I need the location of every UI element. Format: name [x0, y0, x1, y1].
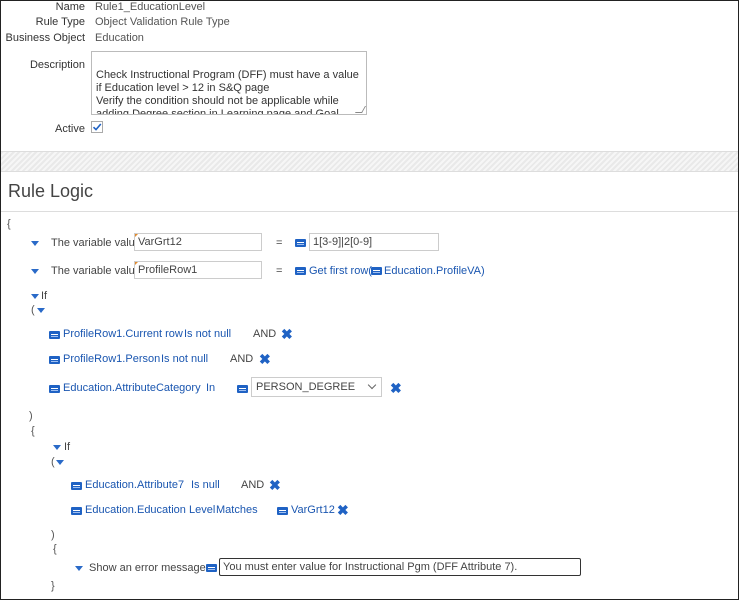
expression-icon[interactable]	[237, 385, 248, 393]
expression-icon[interactable]	[295, 239, 306, 247]
open-paren: (	[51, 456, 55, 468]
check-icon	[91, 121, 103, 133]
variable-prefix: The variable value	[51, 265, 141, 277]
rule-logic-title: Rule Logic	[8, 181, 94, 201]
expression-icon[interactable]	[295, 267, 306, 275]
delete-x-icon[interactable]: ✖	[337, 503, 349, 517]
description-text: Check Instructional Program (DFF) must h…	[96, 69, 359, 115]
variable-prefix: The variable value	[51, 237, 141, 249]
delete-x-icon[interactable]: ✖	[390, 381, 402, 395]
expand-triangle-icon[interactable]	[31, 269, 39, 274]
business-object-label: Business Object	[5, 32, 85, 44]
active-label: Active	[55, 123, 85, 135]
chevron-down-icon	[367, 380, 377, 390]
close-brace: }	[51, 580, 55, 592]
value-select[interactable]: PERSON_DEGREE	[251, 377, 382, 397]
equals-sign: =	[276, 237, 283, 249]
condition-operator[interactable]: Is null	[191, 479, 220, 491]
expression-icon[interactable]	[71, 482, 82, 490]
condition-join[interactable]: AND	[241, 479, 264, 491]
expression-icon[interactable]	[277, 507, 288, 515]
condition-operator[interactable]: Matches	[216, 504, 258, 516]
selected-value: PERSON_DEGREE	[256, 381, 356, 393]
business-object-value: Education	[95, 32, 144, 44]
expression-icon[interactable]	[371, 267, 382, 275]
variable-value-input[interactable]: 1[3-9]|2[0-9]	[309, 233, 439, 251]
expression-icon[interactable]	[206, 564, 217, 572]
condition-field[interactable]: ProfileRow1.Current row	[63, 328, 183, 340]
expression-icon[interactable]	[49, 385, 60, 393]
delete-x-icon[interactable]: ✖	[281, 327, 293, 341]
corner-marker	[135, 262, 139, 266]
close-paren: )	[29, 410, 33, 422]
description-textarea[interactable]: Check Instructional Program (DFF) must h…	[91, 51, 367, 115]
expression-icon[interactable]	[49, 331, 60, 339]
equals-sign: =	[276, 265, 283, 277]
delete-x-icon[interactable]: ✖	[259, 352, 271, 366]
expand-triangle-icon[interactable]	[31, 241, 39, 246]
condition-field[interactable]: ProfileRow1.Person	[63, 353, 160, 365]
heading-underline	[1, 211, 738, 212]
function-link[interactable]: Get first row(	[309, 265, 372, 277]
condition-join[interactable]: AND	[253, 328, 276, 340]
active-checkbox[interactable]	[91, 121, 103, 133]
expand-triangle-icon[interactable]	[56, 460, 64, 465]
expand-triangle-icon[interactable]	[53, 445, 61, 450]
expand-triangle-icon[interactable]	[37, 308, 45, 313]
close-paren: )	[51, 529, 55, 541]
variable-name-input[interactable]: VarGrt12	[134, 233, 262, 251]
name-value: Rule1_EducationLevel	[95, 1, 206, 13]
variable-name-value: ProfileRow1	[138, 264, 198, 276]
open-brace: {	[53, 543, 57, 555]
condition-field[interactable]: Education.Education Level	[85, 504, 215, 516]
variable-name-input[interactable]: ProfileRow1	[134, 261, 262, 279]
expression-icon[interactable]	[49, 356, 60, 364]
rule-editor-page: Name Rule1_EducationLevel Rule Type Obje…	[0, 0, 739, 600]
name-label: Name	[55, 1, 85, 13]
if-label: If	[64, 441, 71, 453]
open-brace: {	[7, 218, 11, 230]
variable-value: 1[3-9]|2[0-9]	[313, 236, 373, 248]
rule-type-value: Object Validation Rule Type	[95, 16, 230, 28]
function-name: Get first row(	[309, 265, 372, 277]
error-message-input[interactable]: You must enter value for Instructional P…	[219, 558, 581, 576]
corner-marker	[135, 234, 139, 238]
expand-triangle-icon[interactable]	[75, 566, 83, 571]
if-label: If	[41, 290, 48, 302]
condition-operator[interactable]: Is not null	[161, 353, 208, 365]
section-divider	[1, 151, 738, 172]
open-brace: {	[31, 425, 35, 437]
delete-x-icon[interactable]: ✖	[269, 478, 281, 492]
condition-operator[interactable]: Is not null	[184, 328, 231, 340]
condition-operator[interactable]: In	[206, 382, 215, 394]
rule-type-label: Rule Type	[35, 16, 85, 28]
function-argument[interactable]: Education.ProfileVA)	[384, 265, 485, 277]
description-label: Description	[29, 59, 85, 71]
condition-field[interactable]: Education.Attribute7	[85, 479, 184, 491]
condition-field[interactable]: Education.AttributeCategory	[63, 382, 201, 394]
open-paren: (	[31, 304, 35, 316]
expression-icon[interactable]	[71, 507, 82, 515]
action-label: Show an error message	[89, 562, 206, 574]
condition-join[interactable]: AND	[230, 353, 253, 365]
error-message-value: You must enter value for Instructional P…	[223, 561, 518, 573]
variable-name-value: VarGrt12	[138, 236, 182, 248]
expand-triangle-icon[interactable]	[31, 294, 39, 299]
resize-handle-icon[interactable]	[354, 106, 366, 113]
condition-value[interactable]: VarGrt12	[291, 504, 335, 516]
